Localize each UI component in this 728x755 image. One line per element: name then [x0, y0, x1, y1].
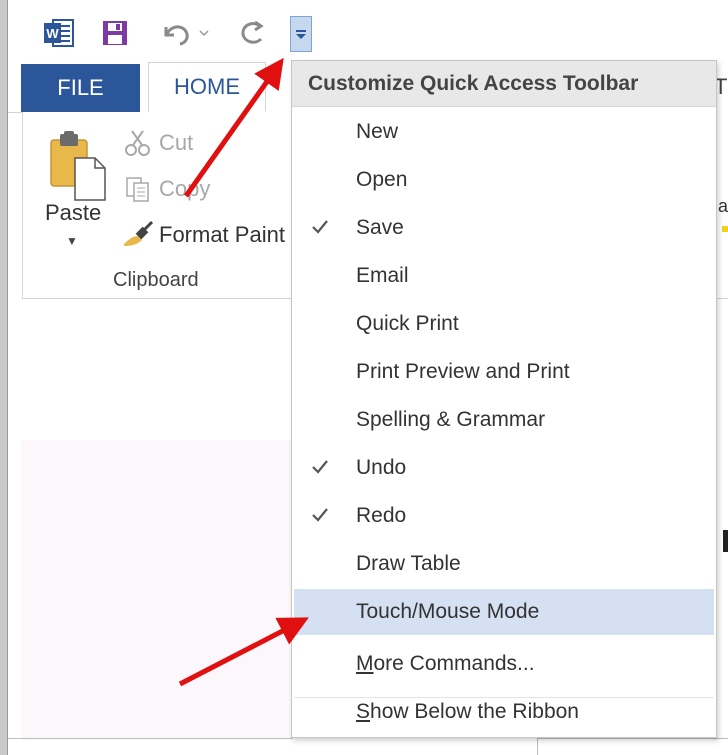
menu-item-label: Draw Table — [356, 552, 461, 575]
paintbrush-icon — [121, 218, 155, 252]
format-painter-label: Format Paint — [159, 222, 285, 247]
show-below-label: how Below the Ribbon — [370, 700, 579, 723]
svg-text:W: W — [46, 26, 59, 41]
show-below-accel: S — [356, 700, 371, 723]
document-page-tint — [22, 440, 292, 740]
menu-item-print-preview-and-print[interactable]: Print Preview and Print — [294, 349, 714, 395]
menu-item-email[interactable]: Email — [294, 253, 714, 299]
menu-item-label: Undo — [356, 456, 407, 479]
clipboard-group-label: Clipboard — [113, 269, 199, 291]
paste-button[interactable]: Paste — [45, 200, 101, 226]
menu-title: Customize Quick Access Toolbar — [292, 61, 716, 107]
menu-item-label: New — [356, 120, 399, 143]
status-divider-right — [537, 738, 728, 739]
menu-item-label: Email — [356, 264, 409, 287]
menu-item-new[interactable]: New — [294, 109, 714, 155]
redo-icon[interactable] — [236, 16, 270, 50]
menu-item-quick-print[interactable]: Quick Print — [294, 301, 714, 347]
checkmark-icon — [310, 505, 332, 527]
checkmark-icon — [310, 457, 332, 479]
menu-item-label: Quick Print — [356, 312, 459, 335]
ribbon-partial-text: a — [718, 196, 728, 216]
menu-item-label: Touch/Mouse Mode — [356, 600, 540, 623]
paste-icon[interactable] — [47, 128, 109, 204]
word-app-icon[interactable]: W — [42, 16, 76, 50]
scissors-icon — [121, 126, 155, 160]
menu-item-label: Redo — [356, 504, 407, 527]
menu-item-label: Open — [356, 168, 408, 191]
tab-home[interactable]: HOME — [148, 62, 266, 112]
menu-item-redo[interactable]: Redo — [294, 493, 714, 539]
cut-label: Cut — [159, 130, 194, 155]
undo-icon[interactable] — [158, 16, 212, 50]
format-painter-button[interactable]: Format Paint — [121, 218, 285, 252]
more-commands-label: ore Commands... — [373, 652, 535, 675]
menu-item-save[interactable]: Save — [294, 205, 714, 251]
menu-item-show-below-ribbon[interactable]: Show Below the Ribbon — [294, 689, 714, 735]
paste-dropdown-icon[interactable]: ▼ — [66, 234, 78, 248]
menu-item-label: Save — [356, 216, 404, 239]
menu-item-spelling-grammar[interactable]: Spelling & Grammar — [294, 397, 714, 443]
copy-label: Copy — [159, 176, 211, 201]
window-frame-left — [0, 0, 7, 755]
copy-icon — [121, 172, 155, 206]
more-commands-accel: M — [356, 652, 374, 675]
cut-button[interactable]: Cut — [121, 126, 193, 160]
quick-access-toolbar: W — [8, 4, 728, 62]
menu-item-label: Print Preview and Print — [356, 360, 570, 383]
status-divider-vertical — [537, 738, 538, 755]
menu-item-draw-table[interactable]: Draw Table — [294, 541, 714, 587]
status-divider-left — [8, 738, 293, 739]
customize-dropdown-icon[interactable] — [290, 16, 312, 52]
menu-item-undo[interactable]: Undo — [294, 445, 714, 491]
customize-qat-menu: Customize Quick Access Toolbar New Open Sa… — [291, 60, 717, 738]
menu-item-more-commands[interactable]: More Commands... — [294, 641, 714, 687]
save-icon[interactable] — [98, 16, 132, 50]
window-frame-line — [7, 0, 8, 755]
checkmark-icon — [310, 217, 332, 239]
menu-item-touch-mouse-mode[interactable]: Touch/Mouse Mode — [294, 589, 714, 635]
tab-file[interactable]: FILE — [21, 64, 140, 112]
highlight-color-swatch — [722, 226, 728, 232]
copy-button[interactable]: Copy — [121, 172, 210, 206]
menu-item-open[interactable]: Open — [294, 157, 714, 203]
menu-item-label: Spelling & Grammar — [356, 408, 546, 431]
text-cursor-mark — [723, 530, 728, 552]
